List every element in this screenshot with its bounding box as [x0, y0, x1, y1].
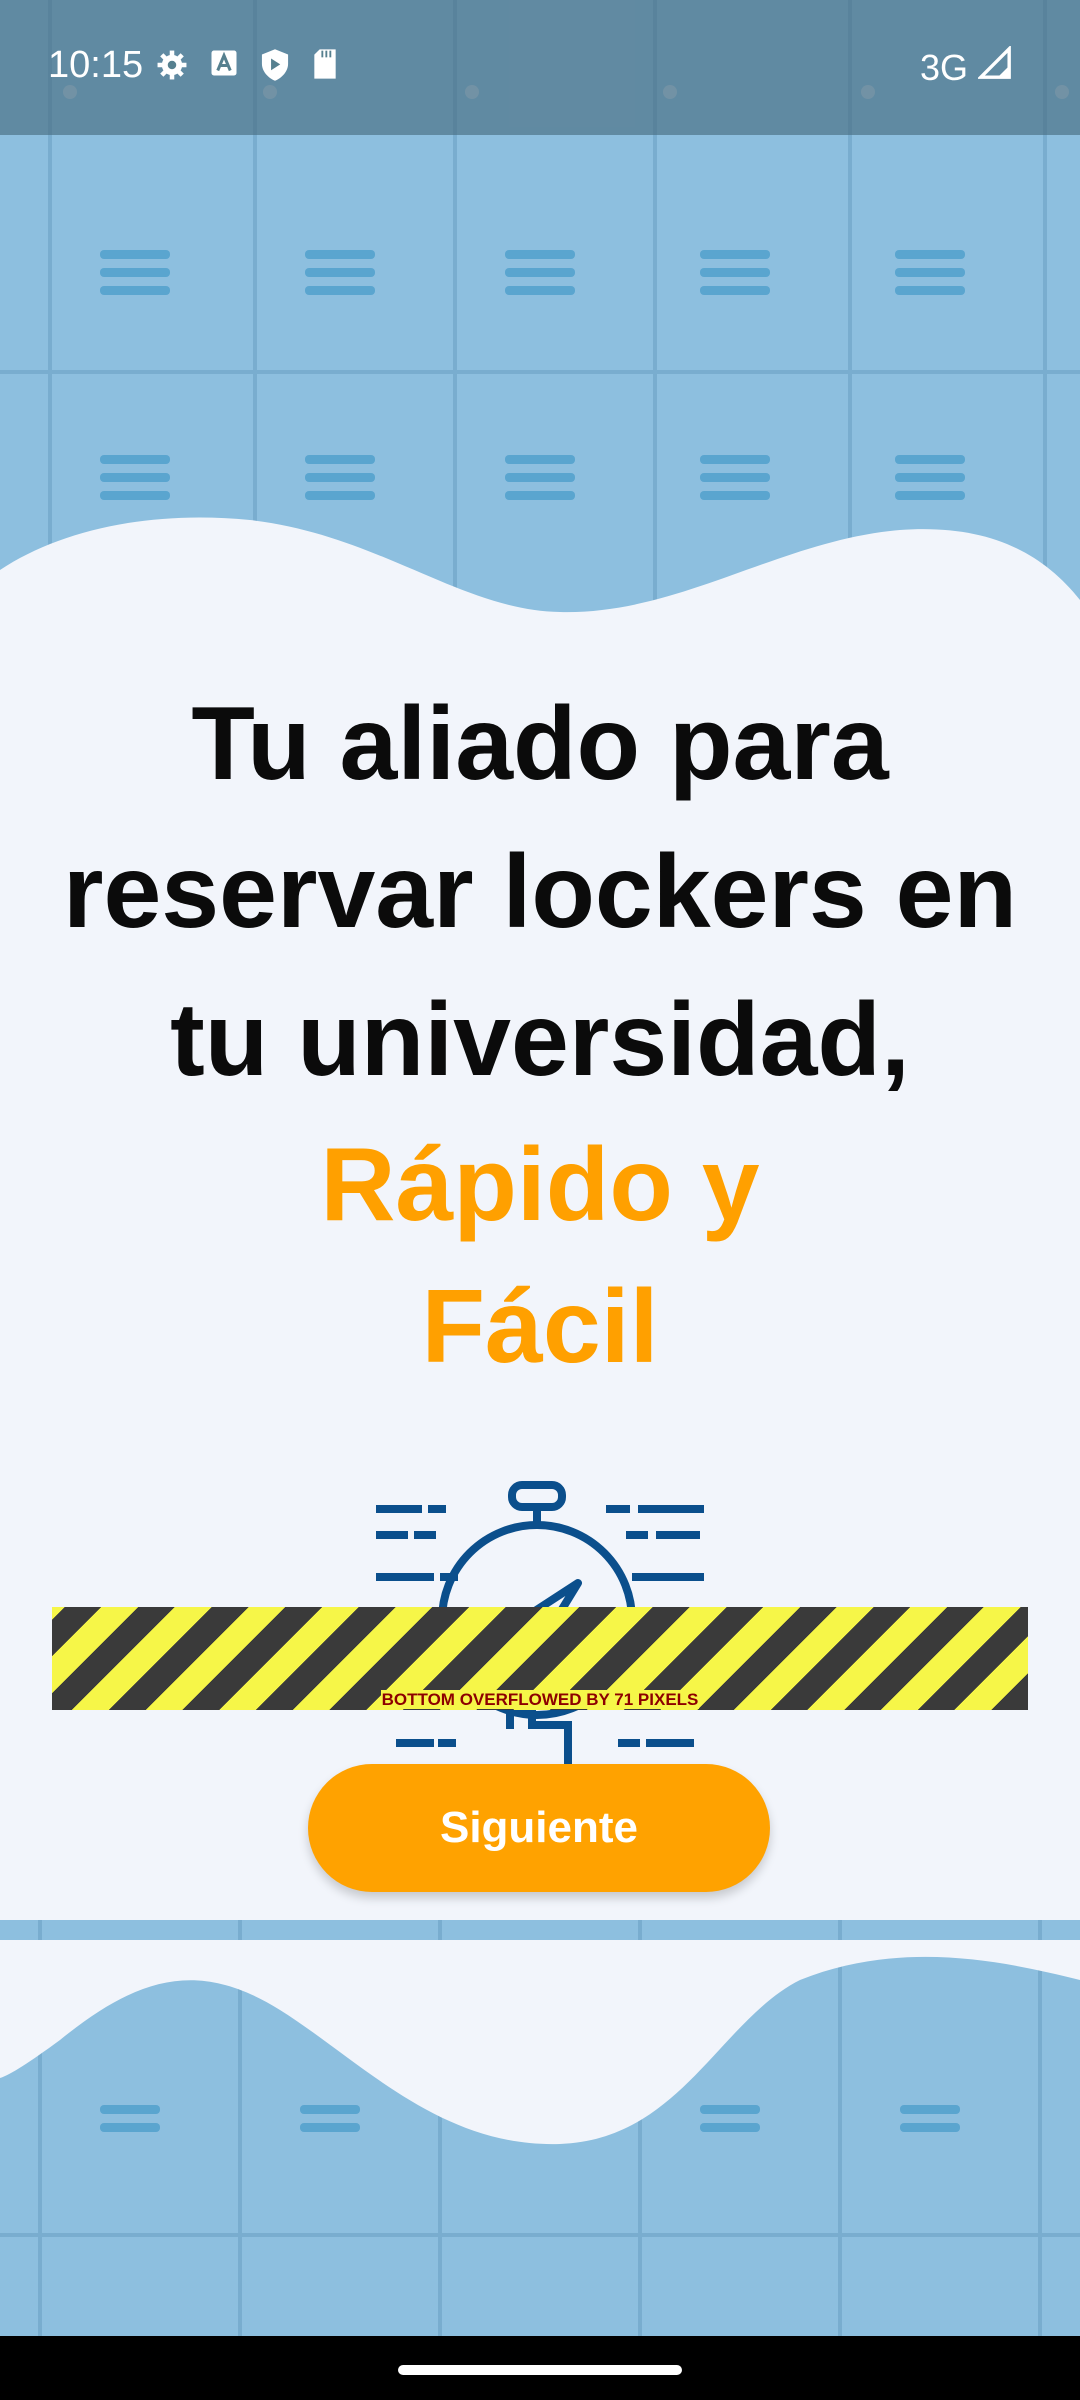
- signal-icon: [976, 44, 1012, 89]
- headline-accent-line-2: Fácil: [421, 1269, 659, 1385]
- next-button[interactable]: Siguiente: [308, 1764, 770, 1892]
- text-a-icon: [209, 48, 239, 87]
- headline-accent-line-1: Rápido y: [320, 1127, 760, 1243]
- status-notification-icons: [155, 48, 339, 87]
- wave-divider-top: [0, 517, 1080, 680]
- network-type: 3G: [919, 46, 968, 88]
- navigation-bar: [0, 2336, 1080, 2400]
- status-time: 10:15: [48, 44, 144, 86]
- headline-line-1: Tu aliado para: [191, 686, 889, 802]
- sd-card-icon: [311, 48, 339, 87]
- gear-icon: [155, 48, 189, 87]
- overflow-warning-text: BOTTOM OVERFLOWED BY 71 PIXELS: [380, 1690, 700, 1709]
- headline-line-3: tu universidad,: [170, 982, 910, 1098]
- headline-line-2: reservar lockers en: [62, 834, 1018, 950]
- status-bar: 10:15 3G: [0, 0, 1080, 135]
- status-right: 3G: [919, 44, 1012, 89]
- wave-divider-bottom: [0, 1940, 1080, 2145]
- headline: Tu aliado para reservar lockers en tu un…: [50, 670, 1030, 1398]
- home-gesture-handle[interactable]: [398, 2365, 682, 2375]
- shield-play-icon: [259, 48, 291, 87]
